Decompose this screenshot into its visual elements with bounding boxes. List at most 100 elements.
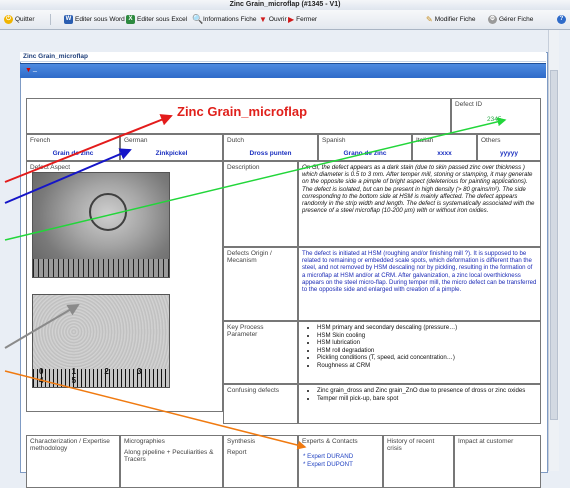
french-label: French — [30, 137, 51, 144]
info-label: Informations Fiche — [203, 16, 257, 23]
manage-button[interactable]: ⚙ Gérer Fiche — [486, 13, 535, 26]
edit-excel-label: Editer sous Excel — [137, 16, 188, 23]
origin-label-cell: Defects Origin / Mecanism — [223, 247, 298, 321]
defect-id-label: Defect ID — [455, 101, 483, 108]
defect-photo-macro — [32, 172, 170, 278]
lang-dutch: Dutch Dross punten — [223, 134, 318, 161]
list-item: HSM roll degradation — [317, 347, 540, 355]
key-process-label-cell: Key Process Parameter — [223, 321, 298, 384]
open-button[interactable]: ▼ Ouvrir — [257, 13, 289, 26]
key-process-label: Key Process Parameter — [227, 324, 264, 338]
confusing-list: Zinc grain_dross and Zinc grain_ZnO due … — [299, 387, 540, 402]
dutch-value: Dross punten — [249, 150, 292, 157]
lang-others: Others yyyyy — [477, 134, 541, 161]
help-button[interactable]: ? — [555, 13, 568, 26]
collapse-arrow-icon[interactable]: ▼ — [25, 67, 32, 74]
gear-icon: ⚙ — [488, 15, 497, 24]
impact-label: Impact at customer — [458, 438, 514, 445]
description-label: Description — [227, 164, 260, 171]
lang-german: German Zinkpickel — [120, 134, 223, 161]
defect-stain-ring — [89, 193, 127, 231]
experts-label: Experts & Contacts — [302, 438, 358, 445]
close-arrow-icon: ▶ — [288, 15, 295, 24]
excel-icon: X — [126, 15, 135, 24]
quit-label: Quitter — [15, 16, 35, 23]
origin-label: Defects Origin / Mecanism — [227, 250, 272, 264]
scrollbar-thumb[interactable] — [550, 70, 558, 420]
panel-header: Zinc Grain_microflap — [20, 52, 546, 62]
close-label: Fermer — [296, 16, 318, 23]
german-label: German — [124, 137, 148, 144]
lang-spanish: Spanish Grano de zinc — [318, 134, 412, 161]
power-icon: ⏻ — [4, 15, 13, 24]
italian-label: Italian — [416, 137, 434, 144]
open-arrow-icon: ▼ — [259, 15, 267, 24]
key-process-list-cell: HSM primary and secondary descaling (pre… — [298, 321, 541, 384]
origin-text-cell: The defect is initiated at HSM (roughing… — [298, 247, 541, 321]
micro-sub: Along pipeline + Peculiarities & Tracers — [124, 449, 214, 463]
confusing-label-cell: Confusing defects — [223, 384, 298, 424]
edit-word-button[interactable]: W Editer sous Word — [62, 13, 127, 26]
ruler-numbers: 0 1 2 3 4 5 — [39, 367, 155, 385]
edit-word-label: Editer sous Word — [75, 16, 125, 23]
list-item: Pickling conditions (T, speed, acid conc… — [317, 354, 540, 362]
synthesis-cell: Synthesis Report — [223, 435, 298, 488]
synth-sub: Report — [227, 449, 247, 456]
modify-button[interactable]: ✎ Modifier Fiche — [424, 13, 478, 26]
spanish-label: Spanish — [322, 137, 346, 144]
list-item: Temper mill pick-up, bare spot — [317, 395, 540, 403]
defect-id-value: 2345 — [487, 116, 502, 123]
close-button[interactable]: ▶ Fermer — [286, 13, 319, 26]
expert-durand-link[interactable]: * Expert DURAND — [299, 453, 382, 461]
origin-text: The defect is initiated at HSM (roughing… — [302, 250, 537, 294]
word-icon: W — [64, 15, 73, 24]
french-value: Grain de zinc — [52, 150, 94, 157]
defect-sheet: Zinc Grain_microflap Defect ID 2345 Fren… — [26, 98, 541, 488]
defect-photo-surface: 0 1 2 3 4 5 — [32, 294, 170, 388]
defect-id-cell: Defect ID 2345 — [451, 98, 541, 134]
lang-french: French Grain de zinc — [26, 134, 120, 161]
spanish-value: Grano de zinc — [343, 150, 387, 157]
italian-value: xxxx — [437, 150, 452, 157]
photo-ruler — [33, 259, 169, 277]
list-item: HSM Skin cooling — [317, 332, 540, 340]
history-cell: History of recent crisis — [383, 435, 454, 488]
defect-aspect-cell: Defect Aspect 0 1 2 3 4 5 — [26, 161, 223, 412]
toolbar: ⏻ Quitter W Editer sous Word X Editer so… — [0, 10, 570, 30]
modify-label: Modifier Fiche — [434, 16, 476, 23]
history-label: History of recent crisis — [387, 438, 435, 452]
confusing-list-cell: Zinc grain_dross and Zinc grain_ZnO due … — [298, 384, 541, 424]
edit-excel-button[interactable]: X Editer sous Excel — [124, 13, 189, 26]
expert-dupont-link[interactable]: * Expert DUPONT — [299, 461, 382, 469]
section-bar-text: _ — [33, 65, 37, 72]
description-text-cell: On GI, the defect appears as a dark stai… — [298, 161, 541, 247]
dutch-label: Dutch — [227, 137, 244, 144]
lang-italian: Italian xxxx — [412, 134, 477, 161]
micro-label: Micrographies — [124, 438, 165, 445]
key-process-list: HSM primary and secondary descaling (pre… — [299, 324, 540, 369]
confusing-label: Confusing defects — [227, 387, 280, 394]
impact-cell: Impact at customer — [454, 435, 541, 488]
list-item: HSM lubrication — [317, 339, 540, 347]
section-bar[interactable]: ▼ _ — [20, 63, 546, 78]
info-button[interactable]: 🔍 Informations Fiche — [190, 13, 258, 26]
others-value: yyyyy — [499, 150, 519, 157]
vertical-scrollbar[interactable] — [548, 30, 559, 471]
description-text: On GI, the defect appears as a dark stai… — [302, 164, 535, 215]
list-item: Zinc grain_dross and Zinc grain_ZnO due … — [317, 387, 540, 395]
synth-label: Synthesis — [227, 438, 256, 445]
search-icon: 🔍 — [192, 14, 204, 24]
pencil-icon: ✎ — [426, 15, 433, 24]
sheet-title: Zinc Grain_microflap — [177, 104, 308, 119]
charac-cell: Characterization / Expertise methodology — [26, 435, 120, 488]
quit-button[interactable]: ⏻ Quitter — [2, 13, 37, 26]
description-label-cell: Description — [223, 161, 298, 247]
title-cell: Zinc Grain_microflap — [26, 98, 451, 134]
manage-label: Gérer Fiche — [499, 16, 534, 23]
toolbar-separator — [50, 14, 51, 25]
experts-cell: Experts & Contacts * Expert DURAND * Exp… — [298, 435, 383, 488]
charac-label: Characterization / Expertise methodology — [30, 438, 110, 452]
open-label: Ouvrir — [268, 16, 287, 23]
micrographies-cell: Micrographies Along pipeline + Peculiari… — [120, 435, 223, 488]
list-item: HSM primary and secondary descaling (pre… — [317, 324, 540, 332]
